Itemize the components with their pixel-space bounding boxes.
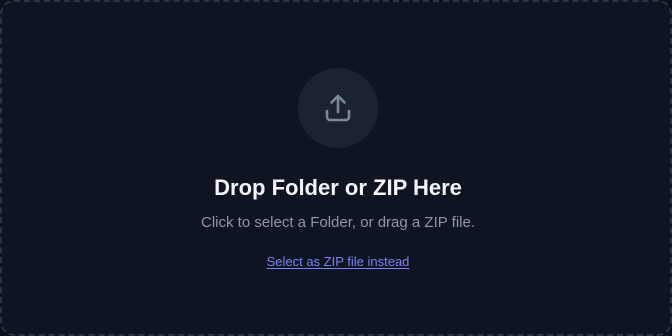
- upload-icon-container: [298, 68, 378, 148]
- dropzone-title: Drop Folder or ZIP Here: [214, 175, 462, 200]
- upload-dropzone[interactable]: Drop Folder or ZIP Here Click to select …: [0, 0, 672, 336]
- select-zip-link[interactable]: Select as ZIP file instead: [267, 254, 410, 269]
- upload-icon: [320, 90, 356, 126]
- zip-link-container: Select as ZIP file instead: [2, 253, 672, 271]
- dropzone-subtitle: Click to select a Folder, or drag a ZIP …: [200, 214, 475, 231]
